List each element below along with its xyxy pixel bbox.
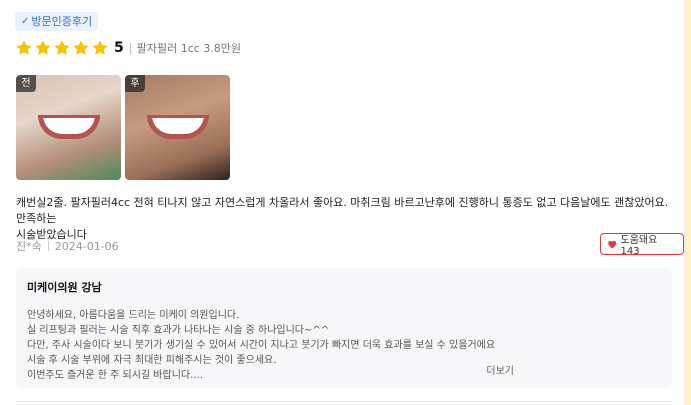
reply-line: 이번주도 즐거운 한 주 되시길 바랍니다.… [27,370,204,381]
bottom-divider [16,401,672,402]
after-photo[interactable]: 후 [125,75,230,180]
review-text-line: 캐번실2줄. 팔자필러4cc 전혀 티나지 않고 자연스럽게 차올라서 좋아요.… [16,196,669,225]
star-rating [15,39,109,57]
reply-line: 다만, 주사 시술이다 보니 붓기가 생기실 수 있어서 시간이 지나고 붓기가… [27,340,496,351]
heart-icon [608,240,617,249]
star-icon [72,39,90,57]
review-text: 캐번실2줄. 팔자필러4cc 전혀 티나지 않고 자연스럽게 차올라서 좋아요.… [16,195,676,243]
before-tag: 전 [16,75,36,92]
product-name: 팔자필러 1cc 3.8만원 [136,42,242,55]
divider [47,241,49,251]
reply-title: 미케이의원 강남 [27,281,102,294]
star-icon [53,39,71,57]
check-icon: ✓ [21,16,30,27]
helpful-button[interactable]: 도움돼요 143 [600,233,684,257]
reply-line: 시술 후 시술 부위에 자극 최대한 피해주시는 것이 좋으세요. [27,355,277,366]
star-icon [34,39,52,57]
after-tag: 후 [125,75,145,92]
review-card: ✓ 방문인증후기 5 팔자필러 1cc 3.8만원 전 후 캐번실2줄. 팔자필… [0,0,685,405]
helpful-label: 도움돼요 143 [620,235,658,257]
reply-line: 실 리프팅과 필러는 시술 직후 효과가 나타나는 시술 중 하나입니다~^^ [27,325,330,336]
reply-line: 안녕하세요, 아름다움을 드리는 미케이 의원입니다. [27,310,240,321]
rating-score: 5 [114,40,124,56]
more-link[interactable]: 더보기 [486,362,514,377]
before-photo[interactable]: 전 [16,75,121,180]
smile-image [147,115,209,139]
photo-gallery: 전 후 [16,75,230,180]
divider [129,42,131,54]
clinic-reply: 미케이의원 강남 안녕하세요, 아름다움을 드리는 미케이 의원입니다. 실 리… [16,268,672,388]
star-icon [91,39,109,57]
rating-row: 5 팔자필러 1cc 3.8만원 [15,38,241,58]
review-date: 2024-01-06 [54,239,119,253]
review-meta: 진*숙 2024-01-06 [16,238,119,254]
smile-image [38,115,100,139]
author-name: 진*숙 [16,240,42,253]
badge-label: 방문인증후기 [31,15,93,28]
star-icon [15,39,33,57]
visit-verified-badge: ✓ 방문인증후기 [15,12,99,31]
